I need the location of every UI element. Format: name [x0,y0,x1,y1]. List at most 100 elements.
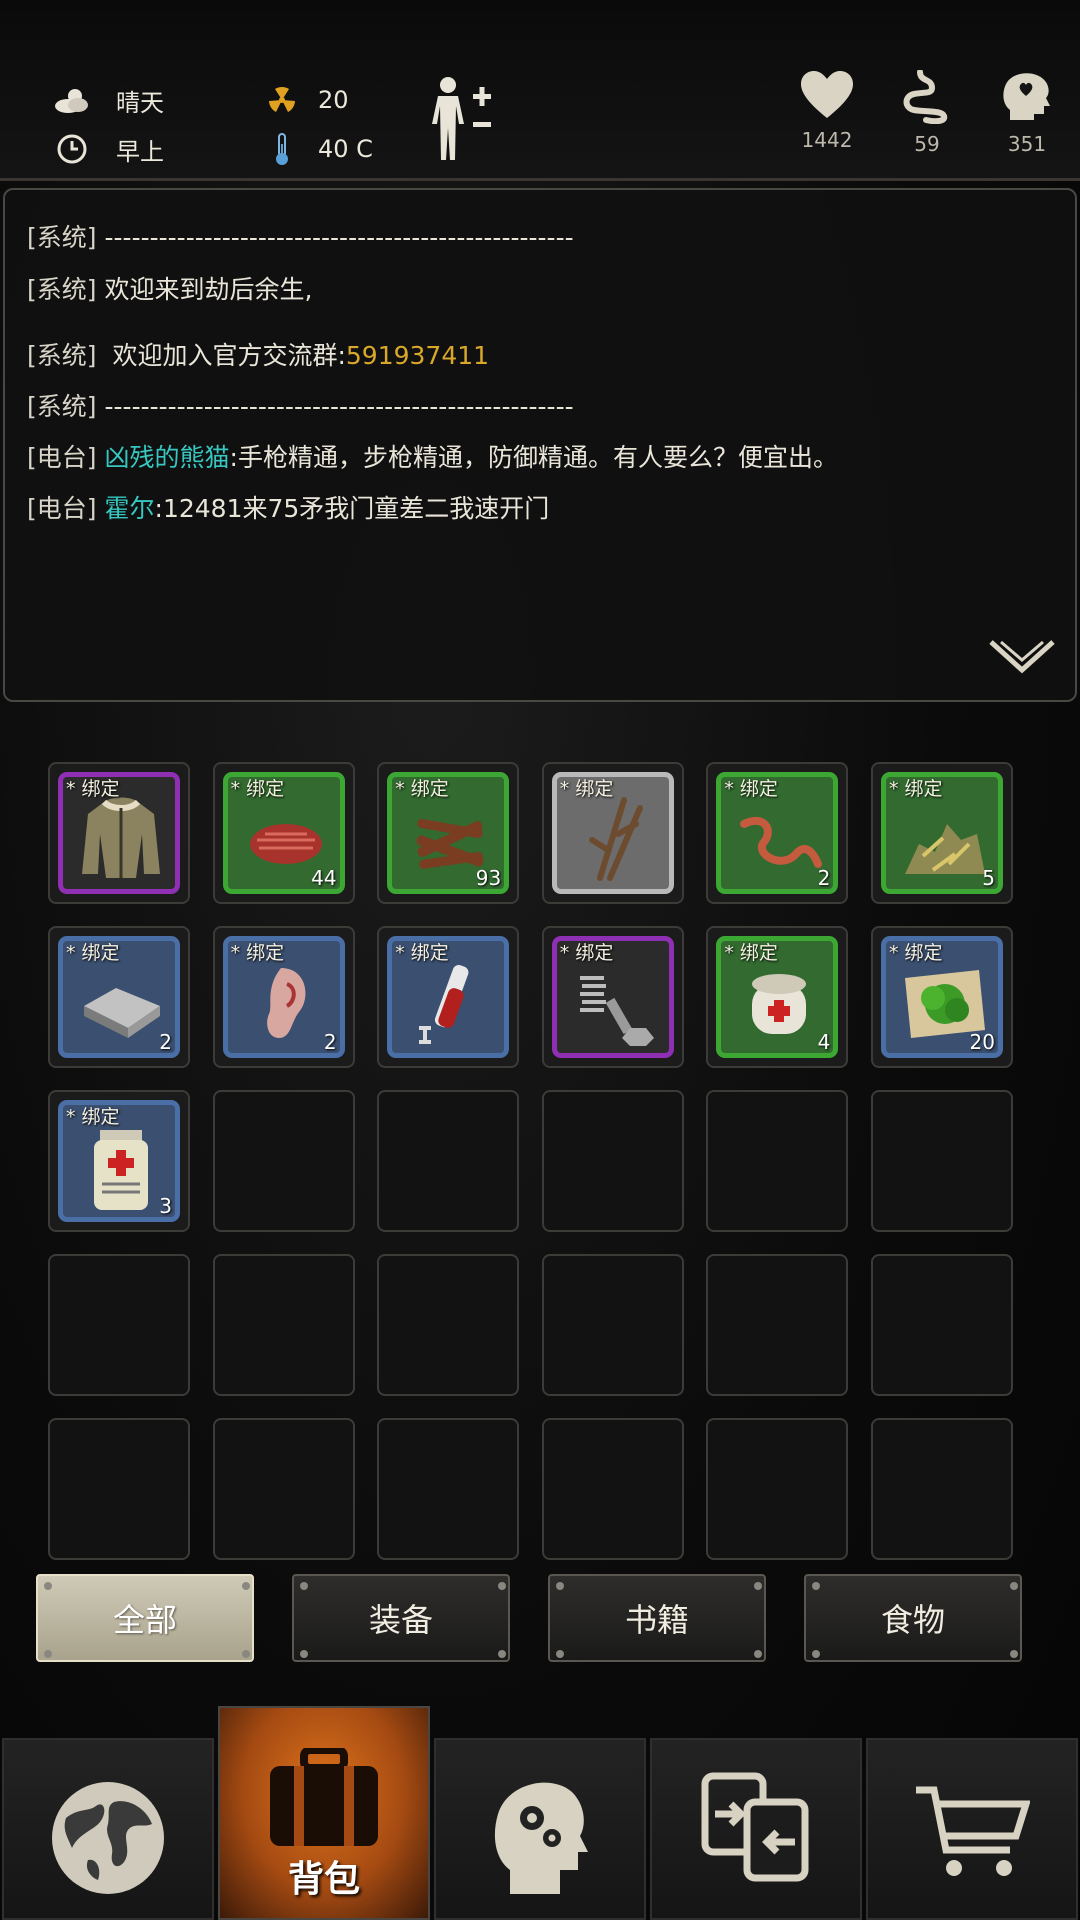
bound-label: * 绑定 [889,942,943,964]
inventory-slot-empty[interactable] [48,1254,190,1396]
item-quantity: 20 [969,1030,995,1054]
chat-line: [系统] ------------------------------------… [27,223,574,252]
bolts-springs-icon [570,958,660,1048]
inventory-slot-empty[interactable] [706,1418,849,1560]
metal-ingot-icon [76,958,166,1048]
inventory-slot-empty[interactable] [706,1090,849,1232]
sanity-value: 351 [1007,132,1047,156]
inventory-slot-empty[interactable] [212,1418,355,1560]
inventory-slot-empty[interactable] [541,1418,684,1560]
bound-label: * 绑定 [395,942,449,964]
radiation-stat: 20 [262,80,349,120]
filter-button-label: 食物 [880,1601,945,1639]
worm-icon [734,794,824,884]
nav-tab-trade[interactable] [650,1738,862,1920]
inventory-slot-item[interactable]: * 绑定 2 [212,926,355,1068]
player-name[interactable]: 霍尔 [105,494,155,523]
status-bar: 晴天 早上 20 40 C 1442 59 351 [0,0,1080,181]
inventory-slot-empty[interactable] [871,1418,1013,1560]
rivet-decoration [556,1582,564,1590]
jacket-icon [76,794,166,884]
rivet-decoration [1010,1582,1018,1590]
filter-button-label: 装备 [368,1601,433,1639]
time-label: 早上 [116,137,164,166]
heart-icon [801,71,853,118]
inventory-slot-empty[interactable] [48,1418,190,1560]
inventory-slot-empty[interactable] [377,1418,520,1560]
player-name[interactable]: 凶残的熊猫 [105,443,230,472]
filter-button[interactable]: 全部 [36,1574,254,1662]
inventory-slot-item[interactable]: * 绑定 [541,926,684,1068]
item-quantity: 5 [982,866,995,890]
chat-line: [系统] 欢迎来到劫后余生, [27,275,313,304]
filter-button[interactable]: 书籍 [548,1574,766,1662]
inventory-slot-item[interactable]: * 绑定 2 [706,762,849,904]
bound-label: * 绑定 [889,778,943,800]
chat-log[interactable]: [系统] ------------------------------------… [3,188,1077,702]
inventory-slot-item[interactable]: * 绑定 44 [212,762,355,904]
rivet-decoration [498,1582,506,1590]
rivet-decoration [242,1650,250,1658]
inventory-slot-item[interactable]: * 绑定 5 [871,762,1013,904]
inventory-slot-item[interactable]: * 绑定 93 [377,762,520,904]
inventory-slot-empty[interactable] [871,1254,1013,1396]
filter-button-label: 全部 [112,1601,177,1639]
filter-button[interactable]: 装备 [292,1574,510,1662]
bound-label: * 绑定 [724,778,778,800]
rivet-decoration [754,1582,762,1590]
rivet-decoration [812,1582,820,1590]
inventory-slot-item[interactable]: * 绑定 [541,762,684,904]
health-value: 1442 [801,128,853,152]
chat-line: [电台] 霍尔:12481来75矛我门童差二我速开门 [27,494,550,523]
chat-line: [电台] 凶残的熊猫:手枪精通，步枪精通，防御精通。有人要么？便宜出。 [27,443,838,472]
inventory-slot-item[interactable]: * 绑定 [48,762,190,904]
temperature-stat: 40 C [262,129,373,169]
health-vital[interactable]: 1442 [782,70,872,152]
radiation-value: 20 [318,86,349,114]
filter-button-label: 书籍 [624,1601,689,1639]
sanity-vital[interactable]: 351 [982,70,1072,156]
filter-button[interactable]: 食物 [804,1574,1022,1662]
skills-head-icon [490,1774,590,1902]
inventory-slot-item[interactable]: * 绑定 [377,926,520,1068]
inventory-slot-item[interactable]: * 绑定 2 [48,926,190,1068]
sunny-weather-icon [52,80,92,120]
stomach-icon [903,69,948,125]
inventory-slot-empty[interactable] [541,1254,684,1396]
rivet-decoration [44,1650,52,1658]
group-number[interactable]: 591937411 [346,341,489,370]
item-quantity: 2 [817,866,831,890]
inventory-slot-item[interactable]: * 绑定 20 [871,926,1013,1068]
inventory-slot-item[interactable]: * 绑定 3 [48,1090,190,1232]
inventory-slot-empty[interactable] [377,1090,520,1232]
nav-tab-shop[interactable] [866,1738,1078,1920]
trade-icon [701,1772,811,1886]
inventory-slot-empty[interactable] [871,1090,1013,1232]
bandage-icon [734,958,824,1048]
bottom-nav: 背包 [0,1706,1080,1920]
mind-head-icon [1003,73,1050,120]
rivet-decoration [300,1582,308,1590]
inventory-slot-empty[interactable] [212,1090,355,1232]
expand-chat-button[interactable] [987,638,1057,678]
radiation-icon [262,80,302,120]
inventory-slot-empty[interactable] [377,1254,520,1396]
nav-tab-world[interactable] [2,1738,214,1920]
hunger-vital[interactable]: 59 [882,69,972,156]
item-quantity: 2 [323,1030,337,1054]
body-status-button[interactable] [428,76,494,166]
inventory-slot-empty[interactable] [706,1254,849,1396]
nav-tab-backpack[interactable]: 背包 [218,1706,430,1920]
bound-label: * 绑定 [395,778,449,800]
rivet-decoration [44,1582,52,1590]
inventory-slot-item[interactable]: * 绑定 4 [706,926,849,1068]
inventory-slot-empty[interactable] [212,1254,355,1396]
bound-label: * 绑定 [66,942,120,964]
rivet-decoration [556,1650,564,1658]
inventory-slot-empty[interactable] [541,1090,684,1232]
branches-icon [570,794,660,884]
bound-label: * 绑定 [724,942,778,964]
bound-label: * 绑定 [66,1106,120,1128]
nav-tab-skills[interactable] [434,1738,646,1920]
item-quantity: 2 [159,1030,172,1054]
